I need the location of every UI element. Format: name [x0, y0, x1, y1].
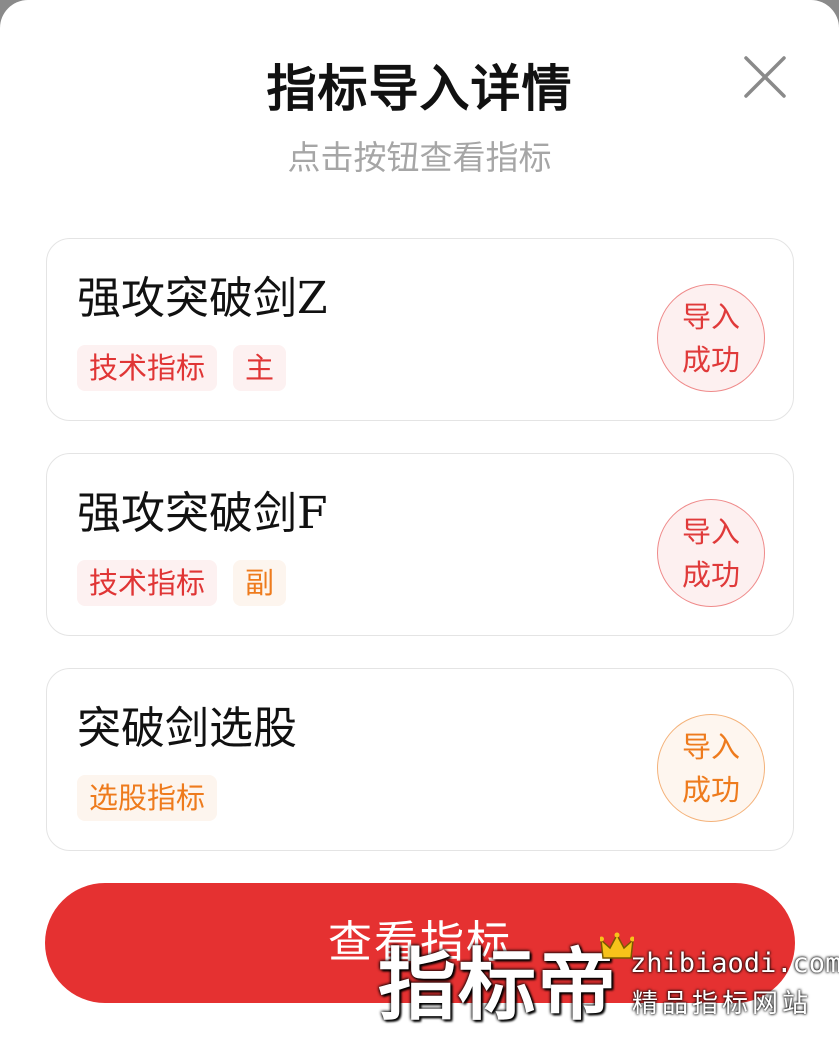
status-text-line1: 导入 [681, 730, 740, 764]
indicator-name: 强攻突破剑F [77, 488, 328, 539]
watermark-brand: 指标帝 [378, 941, 619, 1031]
dialog-subtitle: 点击按钮查看指标 [287, 138, 552, 177]
indicator-tags: 技术指标 主 [77, 345, 287, 391]
indicator-name: 突破剑选股 [77, 703, 297, 754]
crown-icon [600, 932, 634, 959]
status-text-line1: 导入 [681, 300, 740, 334]
indicator-name: 强攻突破剑Z [77, 273, 328, 324]
status-badge: 导入 成功 [657, 714, 765, 822]
role-tag: 主 [233, 345, 287, 391]
watermark-slogan: 精品指标网站 [632, 989, 813, 1019]
status-text-line2: 成功 [681, 343, 740, 377]
status-text-line2: 成功 [681, 773, 740, 807]
status-badge: 导入 成功 [657, 284, 765, 392]
site-watermark: 指标帝 zhibiaodi.com 精品指标网站 [378, 932, 839, 1048]
watermark-domain: zhibiaodi.com [630, 948, 839, 979]
type-tag: 选股指标 [77, 775, 218, 821]
status-text-line1: 导入 [681, 515, 740, 549]
indicator-tags: 选股指标 [77, 775, 218, 821]
status-text-line2: 成功 [681, 558, 740, 592]
import-details-dialog: 指标导入详情 点击按钮查看指标 强攻突破剑Z 技术指标 主 导入 成功 强攻突破… [0, 0, 839, 1048]
dialog-title: 指标导入详情 [266, 60, 573, 118]
indicator-tags: 技术指标 副 [77, 560, 287, 606]
role-tag: 副 [233, 560, 287, 606]
status-badge: 导入 成功 [657, 499, 765, 607]
type-tag: 技术指标 [77, 345, 218, 391]
indicator-card: 突破剑选股 选股指标 导入 成功 [46, 668, 794, 851]
indicator-card: 强攻突破剑Z 技术指标 主 导入 成功 [46, 238, 794, 421]
indicator-card: 强攻突破剑F 技术指标 副 导入 成功 [46, 453, 794, 636]
type-tag: 技术指标 [77, 560, 218, 606]
